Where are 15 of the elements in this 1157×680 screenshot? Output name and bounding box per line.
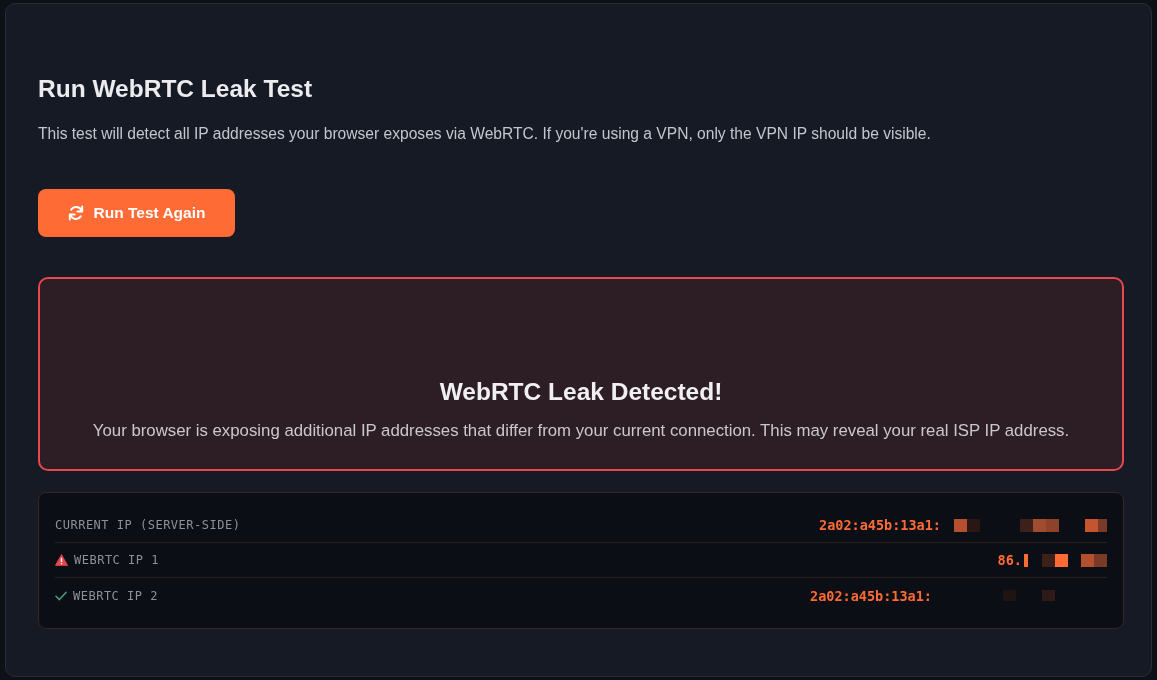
ip-label: WEBRTC IP 1 <box>74 553 159 567</box>
pixelated-redaction <box>1003 590 1055 601</box>
alert-message: Your browser is exposing additional IP addresses that differ from your current connection. This may reveal your real ISP IP address. <box>91 421 1071 441</box>
warning-icon <box>55 554 68 566</box>
alert-heading: WebRTC Leak Detected! <box>438 377 724 407</box>
ip-address: 2a02:a45b:13a1: <box>819 517 941 533</box>
refresh-icon <box>67 205 84 221</box>
section-title: Run WebRTC Leak Test <box>38 74 314 104</box>
run-test-button[interactable]: Run Test Again <box>38 189 235 237</box>
ip-address: 2a02:a45b:13a1: <box>810 587 932 604</box>
ip-label: CURRENT IP (SERVER-SIDE) <box>55 518 241 532</box>
ip-label: WEBRTC IP 2 <box>73 588 158 603</box>
ip-address: 86. <box>997 552 1022 568</box>
description-text: This test will detect all IP addresses your browser exposes via WebRTC. If you're using a VPN, only the VPN IP should be visible. <box>38 124 932 144</box>
check-icon <box>55 590 67 601</box>
